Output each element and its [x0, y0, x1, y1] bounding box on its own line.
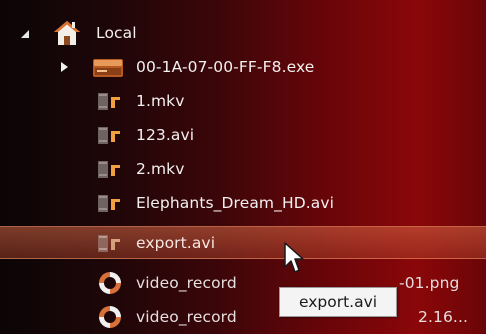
- file-tree: Local 00-1A-07-00-FF-F8.exe 1.mkv 123.av…: [0, 0, 486, 328]
- tree-item-2-mkv[interactable]: 2.mkv: [0, 152, 486, 186]
- tree-item-label: video_record: [136, 308, 237, 326]
- tree-item-label-suffix: 2.16...: [418, 308, 468, 326]
- recording-icon: [99, 272, 121, 294]
- expand-arrow-icon[interactable]: [19, 28, 31, 40]
- home-icon: [54, 21, 80, 45]
- tree-item-exe[interactable]: 00-1A-07-00-FF-F8.exe: [0, 50, 486, 84]
- tree-item-label: Elephants_Dream_HD.avi: [136, 194, 335, 212]
- tree-item-1-mkv[interactable]: 1.mkv: [0, 84, 486, 118]
- tree-item-elephants-dream[interactable]: Elephants_Dream_HD.avi: [0, 186, 486, 220]
- tree-item-label-suffix: -01.png: [399, 274, 460, 292]
- tree-item-label: export.avi: [136, 233, 216, 252]
- tree-item-123-avi[interactable]: 123.avi: [0, 118, 486, 152]
- tree-item-label: 2.mkv: [136, 160, 185, 178]
- video-file-icon: [98, 127, 120, 144]
- video-file-icon: [98, 161, 120, 178]
- recording-icon: [99, 306, 121, 328]
- tree-item-label: 1.mkv: [136, 92, 185, 110]
- tree-item-label: 00-1A-07-00-FF-F8.exe: [136, 58, 315, 76]
- tree-root-label: Local: [96, 24, 137, 42]
- video-file-icon: [98, 235, 120, 252]
- mouse-cursor-icon: [284, 242, 304, 273]
- tree-item-label: video_record: [136, 274, 237, 292]
- tree-item-video-record-2[interactable]: video_record 2.16...: [0, 300, 486, 334]
- tree-item-label: 123.avi: [136, 126, 195, 144]
- tree-item-export-avi[interactable]: export.avi: [0, 226, 486, 259]
- tooltip: export.avi: [279, 287, 397, 317]
- tree-root-local[interactable]: Local: [0, 16, 486, 50]
- video-file-icon: [98, 93, 120, 110]
- tooltip-text: export.avi: [298, 293, 378, 311]
- tree-item-video-record-1[interactable]: video_record -01.png: [0, 266, 486, 300]
- video-file-icon: [98, 195, 120, 212]
- drive-folder-icon: [93, 59, 123, 77]
- collapsed-arrow-icon[interactable]: [58, 61, 70, 73]
